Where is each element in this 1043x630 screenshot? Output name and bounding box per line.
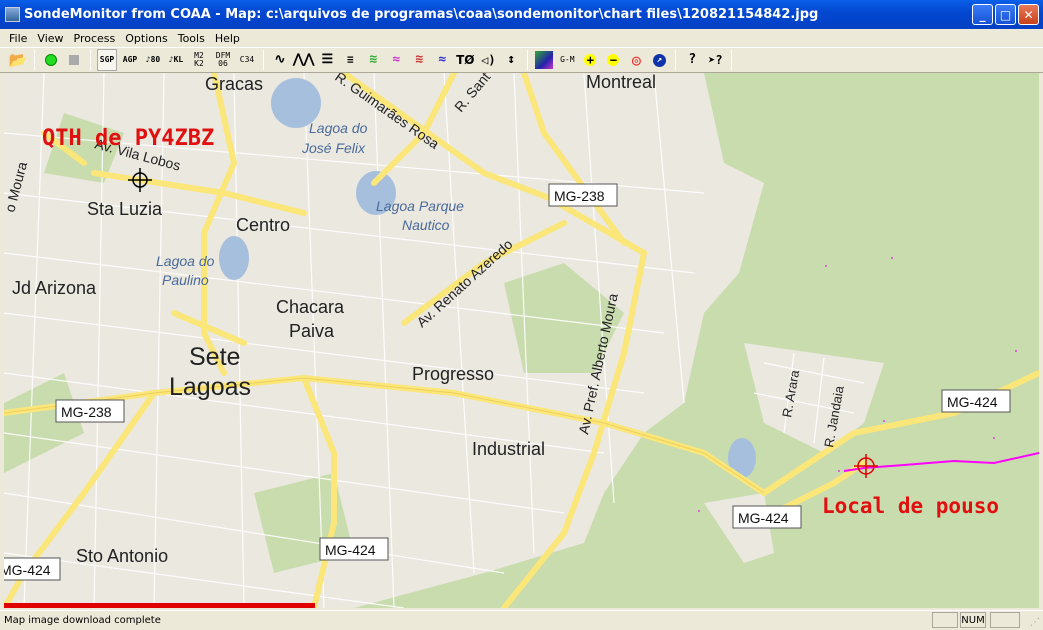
landing-target-icon	[854, 454, 878, 478]
lake-label: Nautico	[402, 217, 450, 233]
status-message: Map image download complete	[4, 615, 161, 626]
navigate-icon[interactable]: ↗	[649, 49, 669, 71]
lake-label: Paulino	[162, 272, 209, 288]
menu-file[interactable]: File	[4, 32, 32, 45]
stop-button[interactable]	[64, 49, 84, 71]
lake-label: Lagoa do	[156, 253, 215, 269]
window-title: SondeMonitor from COAA - Map: c:\arquivo…	[24, 7, 819, 22]
app-icon	[5, 7, 20, 22]
label-sto-antonio: Sto Antonio	[76, 546, 168, 566]
speaker-icon[interactable]: ◁)	[478, 49, 498, 71]
label-lagoas: Lagoas	[169, 373, 251, 401]
zoom-out-icon[interactable]: −	[603, 49, 623, 71]
sgp-button[interactable]: SGP	[97, 49, 117, 71]
menu-view[interactable]: View	[32, 32, 68, 45]
kl-button[interactable]: ♪ KL	[166, 49, 186, 71]
thin-lines-icon[interactable]: ≡	[340, 49, 360, 71]
m2k2-button[interactable]: M2 K2	[189, 49, 209, 71]
status-pane-caps	[932, 612, 958, 628]
maximize-button[interactable]: □	[995, 4, 1016, 25]
lake-paulino	[219, 236, 249, 280]
multi-graph-icon-1[interactable]: ≋	[363, 49, 383, 71]
wave-icon[interactable]: ⋀⋀	[293, 49, 314, 71]
minimize-button[interactable]: _	[972, 4, 993, 25]
gm-button[interactable]: G-M	[557, 49, 577, 71]
t0-button[interactable]: TØ	[455, 49, 475, 71]
map-view[interactable]: Gracas Montreal Sta Luzia Centro Jd Ariz…	[4, 73, 1039, 608]
label-chacara: Chacara	[276, 297, 345, 317]
lake-label: José Felix	[301, 140, 366, 156]
label-jd-arizona: Jd Arizona	[12, 278, 97, 298]
dfm-button[interactable]: DFM 06	[212, 49, 234, 71]
label-industrial: Industrial	[472, 439, 545, 459]
agp-button[interactable]: AGP	[120, 49, 140, 71]
rs80-label: 80	[150, 55, 161, 64]
lake-label: Lagoa do	[309, 120, 368, 136]
toolbar: 📂 SGP AGP ♪ 80 ♪ KL M2 K2 DFM 06 C34 ∿ ⋀⋀ …	[0, 47, 1043, 73]
status-pane-num: NUM	[960, 612, 986, 628]
status-bar: Map image download complete	[0, 610, 1043, 630]
label-sete: Sete	[189, 343, 240, 371]
label-sta-luzia: Sta Luzia	[87, 199, 163, 219]
lines-icon[interactable]: ☰	[317, 49, 337, 71]
download-progress-bar	[4, 603, 315, 608]
vertical-arrows-icon[interactable]: ↕	[501, 49, 521, 71]
shield-mg424: MG-424	[4, 562, 51, 578]
shield-mg424: MG-424	[325, 542, 376, 558]
start-button[interactable]	[41, 49, 61, 71]
c34-button[interactable]: C34	[237, 49, 257, 71]
multi-graph-icon-3[interactable]: ≋	[409, 49, 429, 71]
multi-graph-icon-4[interactable]: ≈	[432, 49, 452, 71]
shield-mg238: MG-238	[61, 404, 112, 420]
multi-graph-icon-2[interactable]: ≈	[386, 49, 406, 71]
qth-annotation: QTH de PY4ZBZ	[42, 126, 214, 151]
zoom-in-icon[interactable]: +	[580, 49, 600, 71]
shield-mg424: MG-424	[947, 394, 998, 410]
menu-bar: File View Process Options Tools Help	[0, 29, 1043, 47]
open-folder-icon[interactable]: 📂	[8, 49, 28, 71]
kl-label: KL	[173, 55, 184, 64]
rs80-button[interactable]: ♪ 80	[143, 49, 163, 71]
label-centro: Centro	[236, 215, 290, 235]
urban-area	[744, 343, 884, 453]
shield-mg424: MG-424	[738, 510, 789, 526]
menu-options[interactable]: Options	[120, 32, 172, 45]
whats-this-label: ?	[715, 53, 723, 67]
label-montreal: Montreal	[586, 73, 656, 92]
whats-this-icon[interactable]: ➤?	[705, 49, 725, 71]
close-button[interactable]: ✕	[1018, 4, 1039, 25]
map-icon[interactable]	[534, 49, 554, 71]
menu-process[interactable]: Process	[69, 32, 121, 45]
help-icon[interactable]: ?	[682, 49, 702, 71]
target-icon[interactable]: ◎	[626, 49, 646, 71]
title-bar: SondeMonitor from COAA - Map: c:\arquivo…	[0, 0, 1043, 29]
label-gracas: Gracas	[205, 74, 263, 94]
shield-mg238: MG-238	[554, 188, 605, 204]
lake-label: Lagoa Parque	[376, 198, 464, 214]
menu-help[interactable]: Help	[210, 32, 245, 45]
menu-tools[interactable]: Tools	[173, 32, 210, 45]
status-pane-scroll	[990, 612, 1020, 628]
landing-annotation: Local de pouso	[822, 494, 999, 518]
label-paiva: Paiva	[289, 321, 335, 341]
sine-wave-icon[interactable]: ∿	[270, 49, 290, 71]
label-progresso: Progresso	[412, 364, 494, 384]
resize-grip-icon[interactable]: ⋰	[1030, 617, 1040, 628]
